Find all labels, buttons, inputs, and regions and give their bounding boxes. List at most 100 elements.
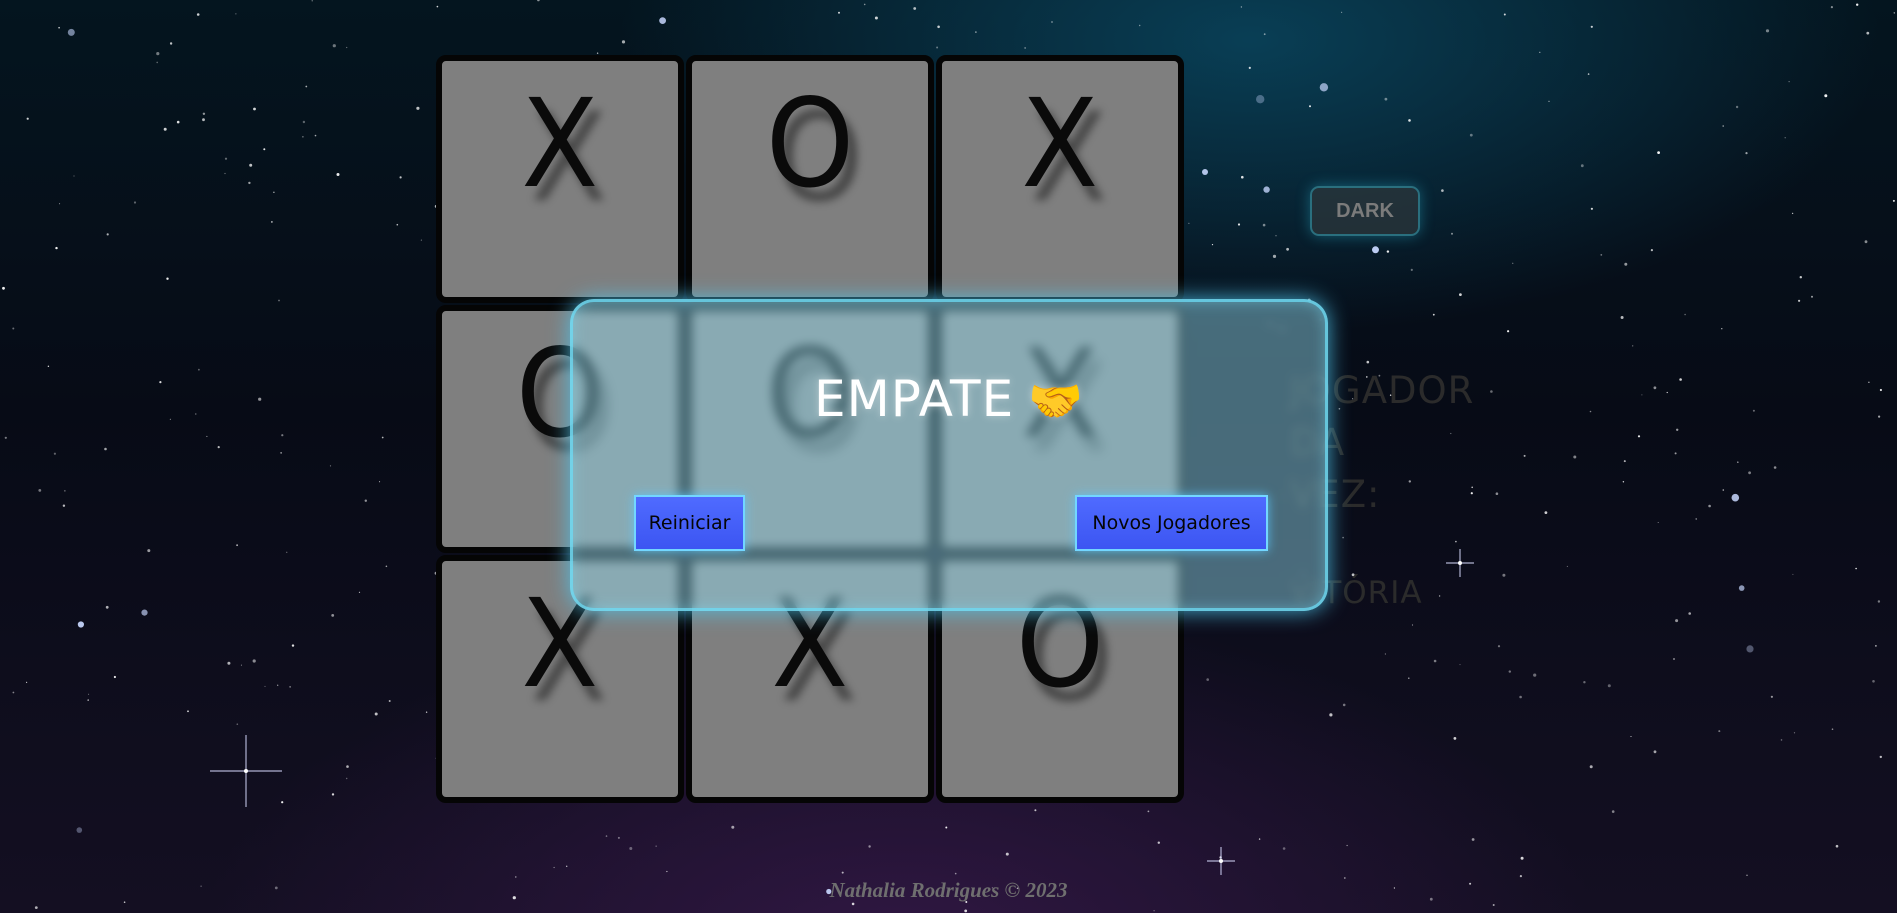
star	[1329, 713, 1333, 717]
star	[280, 452, 282, 454]
star	[1879, 388, 1882, 392]
star	[1258, 838, 1261, 840]
star	[1272, 254, 1277, 258]
star	[156, 52, 160, 56]
star	[964, 909, 968, 913]
star	[59, 203, 61, 205]
star	[913, 7, 917, 10]
star	[141, 609, 148, 616]
star	[1341, 11, 1343, 13]
star	[1441, 189, 1444, 192]
star	[1248, 66, 1251, 69]
star	[1746, 645, 1754, 653]
dark-mode-button[interactable]: DARK	[1310, 186, 1420, 236]
star	[281, 801, 284, 804]
star	[1573, 455, 1577, 459]
star	[1872, 680, 1875, 683]
star	[874, 16, 878, 20]
star	[1666, 391, 1668, 394]
star	[596, 52, 599, 54]
board-cell-3[interactable]: X	[936, 55, 1184, 303]
star	[1589, 410, 1592, 413]
star	[1892, 199, 1895, 202]
star	[67, 28, 75, 36]
star	[224, 172, 226, 175]
star	[1875, 645, 1877, 647]
star	[1533, 673, 1537, 677]
star	[264, 685, 266, 687]
star	[1765, 29, 1770, 33]
star	[1780, 739, 1783, 741]
result-modal: EMPATE 🤝 Reiniciar Novos Jogadores	[570, 299, 1328, 611]
result-title-text: EMPATE	[814, 370, 1015, 428]
star	[227, 661, 231, 665]
star	[166, 277, 169, 280]
star	[1830, 6, 1833, 9]
star	[1153, 910, 1155, 912]
board-cell-1[interactable]: X	[436, 55, 684, 303]
star	[1731, 493, 1740, 502]
star	[1784, 137, 1786, 139]
star	[1835, 844, 1839, 848]
star	[659, 17, 666, 24]
star	[12, 691, 15, 694]
star	[1282, 847, 1286, 850]
star	[133, 201, 137, 204]
star	[1735, 105, 1739, 109]
star	[286, 551, 288, 553]
star	[163, 127, 167, 131]
star	[1346, 844, 1348, 847]
star	[1600, 254, 1603, 256]
star	[62, 504, 66, 507]
star	[346, 765, 349, 768]
star	[1684, 313, 1686, 316]
new-players-button[interactable]: Novos Jogadores	[1075, 495, 1268, 551]
star	[621, 40, 626, 44]
star	[1624, 262, 1628, 266]
star	[258, 397, 262, 401]
star	[77, 621, 84, 628]
star	[196, 13, 200, 16]
star	[1411, 624, 1414, 626]
star	[1005, 852, 1009, 856]
star	[202, 112, 206, 116]
star	[1611, 810, 1615, 813]
star	[302, 136, 304, 138]
star	[1490, 390, 1493, 393]
star	[58, 26, 60, 29]
star	[55, 246, 58, 250]
star	[236, 544, 239, 547]
star	[1263, 186, 1270, 193]
star	[159, 381, 162, 384]
star	[1674, 452, 1677, 455]
star	[617, 836, 620, 839]
star	[1503, 13, 1506, 16]
board-cell-2[interactable]: O	[686, 55, 934, 303]
star	[1508, 670, 1512, 673]
cell-mark: X	[521, 73, 599, 215]
star	[1650, 249, 1653, 252]
star	[331, 614, 335, 617]
star	[169, 42, 173, 45]
handshake-icon: 🤝	[1028, 376, 1084, 427]
restart-button[interactable]: Reiniciar	[634, 495, 745, 551]
star	[954, 872, 957, 875]
star	[1708, 504, 1711, 508]
star	[281, 434, 284, 437]
star	[1408, 677, 1410, 679]
star	[224, 157, 228, 160]
star	[1262, 223, 1266, 227]
star	[26, 681, 28, 684]
star	[4, 436, 7, 439]
star	[566, 865, 568, 867]
star	[1657, 151, 1660, 155]
star	[240, 664, 242, 666]
star	[1566, 565, 1568, 567]
star	[1721, 328, 1723, 330]
star	[1722, 125, 1724, 127]
star	[1372, 246, 1379, 254]
star	[1157, 841, 1161, 844]
star	[1879, 755, 1883, 759]
star	[1675, 619, 1679, 623]
star	[1589, 765, 1593, 769]
